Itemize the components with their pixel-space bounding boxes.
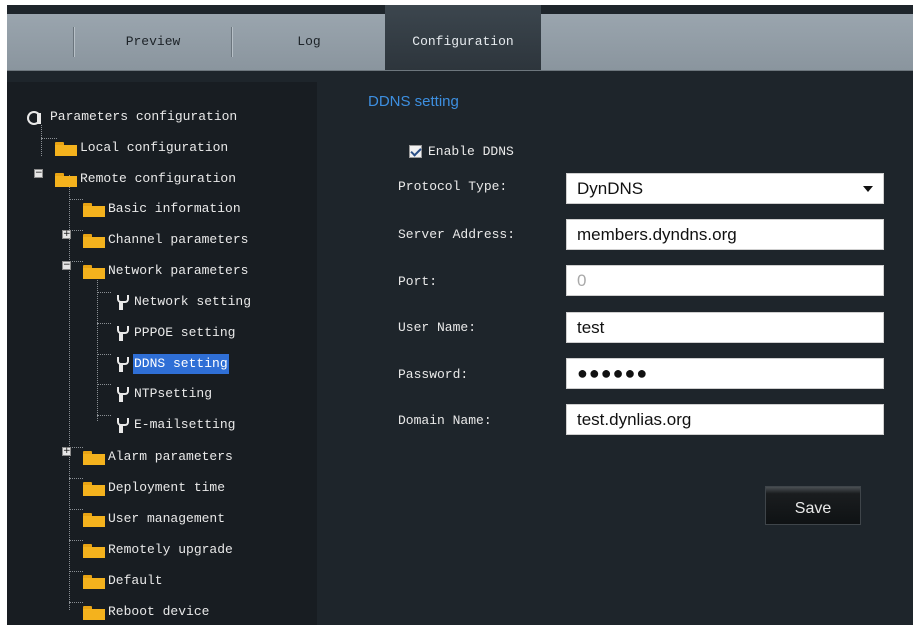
folder-icon — [55, 141, 77, 156]
wrench-icon — [115, 417, 129, 433]
password-input[interactable]: ●●●●●● — [566, 358, 884, 389]
user-name-label: User Name: — [398, 320, 477, 335]
domain-name-label: Domain Name: — [398, 413, 492, 428]
tree-item-label: User management — [108, 511, 226, 526]
section-title: DDNS setting — [368, 93, 459, 110]
tree-item-label: Channel parameters — [108, 232, 249, 247]
folder-icon — [83, 233, 105, 248]
tree-item-label: Default — [108, 573, 163, 588]
folder-icon — [83, 605, 105, 620]
port-input[interactable]: 0 — [566, 265, 884, 296]
port-label: Port: — [398, 274, 438, 289]
tree-item-network-setting[interactable]: Network setting — [115, 292, 252, 312]
folder-icon — [83, 264, 105, 279]
folder-icon — [55, 172, 77, 187]
tree-root-label: Parameters configuration — [50, 109, 238, 124]
tab-log-label: Log — [297, 34, 321, 49]
tree-item-label: NTPsetting — [134, 386, 213, 401]
tab-log[interactable]: Log — [233, 14, 385, 70]
tree-item-ntp-setting[interactable]: NTPsetting — [115, 384, 213, 404]
tab-preview-label: Preview — [125, 34, 181, 49]
tree-item-label: E-mailsetting — [134, 417, 236, 432]
wrench-icon — [115, 325, 129, 341]
tab-configuration[interactable]: Configuration — [385, 5, 541, 70]
tree-item-label: Network parameters — [108, 263, 249, 278]
tree-line — [97, 415, 111, 416]
tools-icon — [27, 109, 47, 125]
collapse-toggle-icon[interactable]: − — [62, 261, 71, 270]
tree-item-remote-configuration[interactable]: Remote configuration — [55, 169, 237, 189]
tree-item-deployment-time[interactable]: Deployment time — [83, 478, 226, 498]
tree-line — [69, 540, 83, 541]
enable-ddns-row[interactable]: Enable DDNS — [409, 142, 514, 162]
folder-icon — [83, 202, 105, 217]
folder-icon — [83, 450, 105, 465]
tree-item-label: PPPOE setting — [134, 325, 236, 340]
app-window: Preview Log Configuration Parameters con… — [7, 5, 913, 625]
tree-item-reboot-device[interactable]: Reboot device — [83, 602, 210, 622]
tree-line — [97, 354, 111, 355]
tree-item-local-configuration[interactable]: Local configuration — [55, 138, 229, 158]
top-tab-bar: Preview Log Configuration — [7, 5, 913, 71]
tab-configuration-label: Configuration — [412, 34, 514, 49]
tree-item-alarm-parameters[interactable]: Alarm parameters — [83, 447, 234, 467]
protocol-type-value: DynDNS — [577, 179, 644, 198]
tree-item-network-parameters[interactable]: Network parameters — [83, 261, 249, 281]
server-address-label: Server Address: — [398, 227, 516, 242]
tree-line — [69, 447, 83, 448]
tree-item-label: Network setting — [134, 294, 252, 309]
expand-toggle-icon[interactable]: + — [62, 447, 71, 456]
expand-toggle-icon[interactable]: + — [62, 230, 71, 239]
tree-item-label: Remote configuration — [80, 171, 237, 186]
tree-item-label: Local configuration — [80, 140, 229, 155]
save-button[interactable]: Save — [765, 486, 861, 525]
enable-ddns-checkbox[interactable] — [409, 145, 422, 159]
folder-icon — [83, 543, 105, 558]
tab-preview[interactable]: Preview — [73, 14, 233, 70]
user-name-input[interactable]: test — [566, 312, 884, 343]
tree-item-pppoe-setting[interactable]: PPPOE setting — [115, 323, 236, 343]
folder-icon — [83, 574, 105, 589]
tree-line — [97, 384, 111, 385]
tree-line — [97, 323, 111, 324]
tree-item-channel-parameters[interactable]: Channel parameters — [83, 230, 249, 250]
collapse-toggle-icon[interactable]: − — [34, 169, 43, 178]
tree-item-user-management[interactable]: User management — [83, 509, 226, 529]
tree-item-label: Deployment time — [108, 480, 226, 495]
folder-icon — [83, 512, 105, 527]
tree-root[interactable]: Parameters configuration — [27, 107, 238, 127]
tree-line — [69, 199, 83, 200]
domain-name-input[interactable]: test.dynlias.org — [566, 404, 884, 435]
tree-item-label: DDNS setting — [133, 354, 229, 374]
folder-icon — [83, 481, 105, 496]
tree-item-ddns-setting[interactable]: DDNS setting — [115, 354, 229, 374]
tree-item-label: Reboot device — [108, 604, 210, 619]
tree-line — [69, 571, 83, 572]
tree-line — [69, 261, 83, 262]
tree-line — [69, 602, 83, 603]
wrench-icon — [115, 386, 129, 402]
enable-ddns-label: Enable DDNS — [428, 144, 514, 159]
config-tree: Parameters configuration Local configura… — [7, 82, 317, 625]
password-label: Password: — [398, 367, 469, 382]
tree-item-default[interactable]: Default — [83, 571, 164, 591]
tree-line — [69, 509, 83, 510]
tree-item-label: Remotely upgrade — [108, 542, 233, 557]
tree-line — [69, 230, 83, 231]
tree-line — [69, 478, 83, 479]
tree-item-label: Basic information — [108, 201, 241, 216]
protocol-type-label: Protocol Type: — [398, 179, 508, 194]
tree-item-remotely-upgrade[interactable]: Remotely upgrade — [83, 540, 234, 560]
tree-line — [69, 175, 70, 610]
chevron-down-icon — [863, 186, 873, 192]
protocol-type-select[interactable]: DynDNS — [566, 173, 884, 204]
tree-line — [41, 125, 42, 156]
tree-item-email-setting[interactable]: E-mailsetting — [115, 415, 236, 435]
server-address-input[interactable]: members.dyndns.org — [566, 219, 884, 250]
wrench-icon — [115, 356, 129, 372]
tree-item-basic-information[interactable]: Basic information — [83, 199, 242, 219]
tree-line — [97, 292, 111, 293]
tree-item-label: Alarm parameters — [108, 449, 233, 464]
wrench-icon — [115, 294, 129, 310]
